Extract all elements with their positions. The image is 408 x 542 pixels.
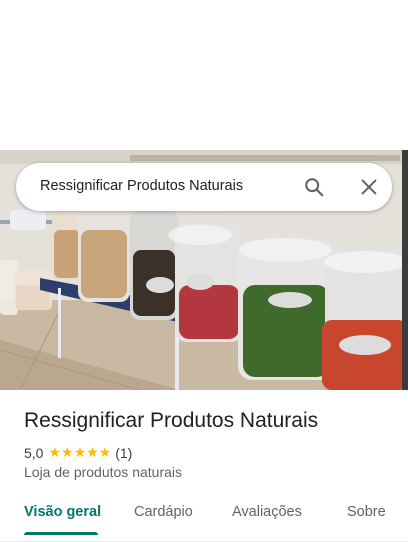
tab-reviews[interactable]: Avaliações — [232, 504, 302, 520]
star-rating-icon: ★★★★★ — [48, 444, 112, 460]
search-icon[interactable] — [303, 176, 325, 198]
place-tabs: Visão geral Cardápio Avaliações Sobre — [0, 500, 408, 542]
close-icon[interactable] — [358, 176, 380, 198]
map-blank-area — [0, 0, 408, 150]
search-bar[interactable]: Ressignificar Produtos Naturais — [16, 163, 392, 211]
place-info-panel: Ressignificar Produtos Naturais 5,0 ★★★★… — [0, 390, 408, 542]
review-count[interactable]: (1) — [115, 445, 132, 461]
search-input[interactable]: Ressignificar Produtos Naturais — [40, 178, 243, 194]
active-tab-indicator — [24, 532, 98, 535]
rating-row[interactable]: 5,0 ★★★★★ (1) — [24, 444, 132, 461]
photo-scrollbar[interactable] — [402, 150, 408, 390]
rating-value: 5,0 — [24, 444, 44, 461]
tab-about[interactable]: Sobre — [347, 504, 386, 520]
tab-menu[interactable]: Cardápio — [134, 504, 193, 520]
place-title: Ressignificar Produtos Naturais — [24, 409, 319, 432]
tab-overview[interactable]: Visão geral — [24, 504, 101, 520]
place-category[interactable]: Loja de produtos naturais — [24, 464, 182, 480]
